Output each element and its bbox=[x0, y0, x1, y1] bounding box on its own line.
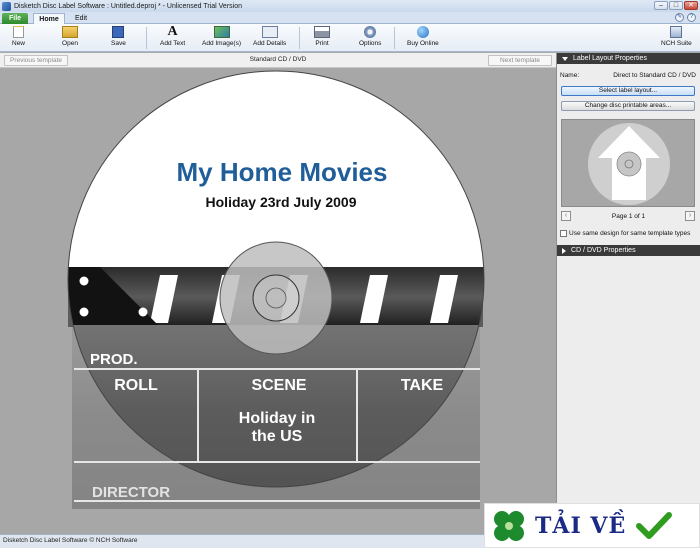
gear-icon bbox=[364, 26, 377, 38]
options-button[interactable]: Options bbox=[359, 26, 381, 47]
add-text-label: Add Text bbox=[160, 40, 186, 47]
change-printable-areas-button[interactable]: Change disc printable areas... bbox=[561, 101, 695, 111]
ribbon-help-icons: ✎ ? bbox=[675, 13, 696, 22]
slate-hole-icon bbox=[138, 307, 148, 317]
add-text-button[interactable]: A Add Text bbox=[160, 24, 186, 48]
open-button[interactable]: Open bbox=[62, 26, 78, 47]
next-template-button[interactable]: Next template bbox=[488, 55, 552, 66]
printer-icon bbox=[314, 26, 330, 38]
collapse-icon bbox=[562, 56, 568, 61]
details-icon bbox=[261, 26, 278, 38]
label-roll[interactable]: ROLL bbox=[114, 377, 158, 394]
print-button[interactable]: Print bbox=[314, 26, 330, 47]
tab-home[interactable]: Home bbox=[33, 13, 65, 24]
save-label: Save bbox=[111, 40, 126, 47]
nch-suite-icon bbox=[670, 26, 683, 38]
disc-hole bbox=[252, 274, 300, 322]
globe-icon bbox=[416, 26, 429, 38]
add-details-label: Add Details bbox=[253, 40, 287, 47]
window-title: Disketch Disc Label Software : Untitled.… bbox=[14, 2, 242, 10]
layout-preview-image bbox=[588, 123, 670, 205]
new-document-icon bbox=[13, 26, 24, 38]
layout-preview bbox=[561, 119, 695, 207]
save-button[interactable]: Save bbox=[111, 26, 126, 47]
status-text: Disketch Disc Label Software © NCH Softw… bbox=[3, 537, 138, 544]
label-scene[interactable]: SCENE bbox=[251, 377, 306, 394]
label-scene-value-2[interactable]: the US bbox=[252, 428, 303, 445]
name-label: Name: bbox=[560, 72, 580, 79]
toolbar-separator bbox=[146, 27, 147, 49]
image-icon bbox=[213, 26, 230, 38]
slate-hole-icon bbox=[79, 276, 89, 286]
download-watermark: TẢI VỀ bbox=[484, 503, 700, 548]
cd-dvd-properties-header[interactable]: CD / DVD Properties bbox=[557, 245, 700, 256]
label-scene-value-1[interactable]: Holiday in bbox=[239, 410, 315, 427]
expand-icon bbox=[562, 247, 566, 254]
label-subtitle[interactable]: Holiday 23rd July 2009 bbox=[206, 194, 357, 210]
name-value: Direct to Standard CD / DVD bbox=[613, 72, 696, 79]
title-bar: Disketch Disc Label Software : Untitled.… bbox=[0, 0, 700, 12]
label-layout-header-text: Label Layout Properties bbox=[573, 55, 647, 62]
checkmark-icon bbox=[636, 511, 673, 539]
disc-label-canvas: My Home Movies Holiday 23rd July 2009 PR… bbox=[67, 70, 485, 509]
help-icon[interactable]: ? bbox=[687, 13, 696, 22]
label-layout-panel: Label Layout Properties Name: Direct to … bbox=[556, 53, 700, 534]
clover-icon bbox=[494, 510, 524, 541]
label-prod[interactable]: PROD. bbox=[90, 351, 138, 368]
buy-online-label: Buy Online bbox=[407, 40, 439, 47]
add-images-button[interactable]: Add Image(s) bbox=[202, 26, 241, 47]
save-icon bbox=[112, 26, 125, 38]
nch-suite-button[interactable]: NCH Suite bbox=[661, 26, 692, 47]
toolbar-separator bbox=[299, 27, 300, 49]
maximize-button[interactable]: □ bbox=[669, 1, 683, 10]
tab-file[interactable]: File bbox=[2, 13, 28, 24]
print-label: Print bbox=[315, 40, 329, 47]
template-title: Standard CD / DVD bbox=[249, 56, 307, 63]
label-title[interactable]: My Home Movies bbox=[177, 157, 388, 187]
text-icon: A bbox=[167, 24, 178, 39]
slate-hole-icon bbox=[79, 307, 89, 317]
cd-dvd-properties-text: CD / DVD Properties bbox=[571, 247, 636, 254]
same-design-checkbox[interactable] bbox=[560, 230, 567, 237]
previous-template-button[interactable]: Previous template bbox=[4, 55, 68, 66]
page-info: Page 1 of 1 bbox=[611, 213, 646, 220]
label-director[interactable]: DIRECTOR bbox=[92, 484, 170, 501]
window-controls: – □ ✕ bbox=[654, 1, 698, 10]
close-button[interactable]: ✕ bbox=[684, 1, 698, 10]
select-label-layout-button[interactable]: Select label layout... bbox=[561, 86, 695, 96]
add-images-label: Add Image(s) bbox=[202, 40, 242, 47]
label-layout-header[interactable]: Label Layout Properties bbox=[557, 53, 700, 64]
folder-icon bbox=[62, 26, 78, 38]
minimize-button[interactable]: – bbox=[654, 1, 668, 10]
same-design-label: Use same design for same template types bbox=[569, 230, 691, 237]
next-page-button[interactable]: › bbox=[685, 211, 695, 221]
app-icon bbox=[2, 1, 11, 11]
add-details-button[interactable]: Add Details bbox=[253, 26, 286, 47]
new-button[interactable]: New bbox=[12, 26, 25, 47]
buy-online-button[interactable]: Buy Online bbox=[407, 26, 439, 47]
options-small-icon[interactable]: ✎ bbox=[675, 13, 684, 22]
design-canvas[interactable]: My Home Movies Holiday 23rd July 2009 PR… bbox=[0, 69, 556, 534]
label-take[interactable]: TAKE bbox=[401, 377, 444, 394]
new-label: New bbox=[12, 40, 26, 47]
watermark-text: TẢI VỀ bbox=[535, 512, 627, 539]
toolbar-separator bbox=[394, 27, 395, 49]
open-label: Open bbox=[62, 40, 78, 47]
template-nav-row: Previous template Standard CD / DVD Next… bbox=[0, 53, 556, 68]
ribbon-tabs: File Home Edit ✎ ? bbox=[0, 12, 700, 24]
toolbar: New Open Save A Add Text Add Image(s) Ad… bbox=[0, 24, 700, 52]
tab-edit[interactable]: Edit bbox=[68, 13, 94, 24]
options-label: Options bbox=[359, 40, 382, 47]
nch-suite-label: NCH Suite bbox=[661, 40, 692, 47]
